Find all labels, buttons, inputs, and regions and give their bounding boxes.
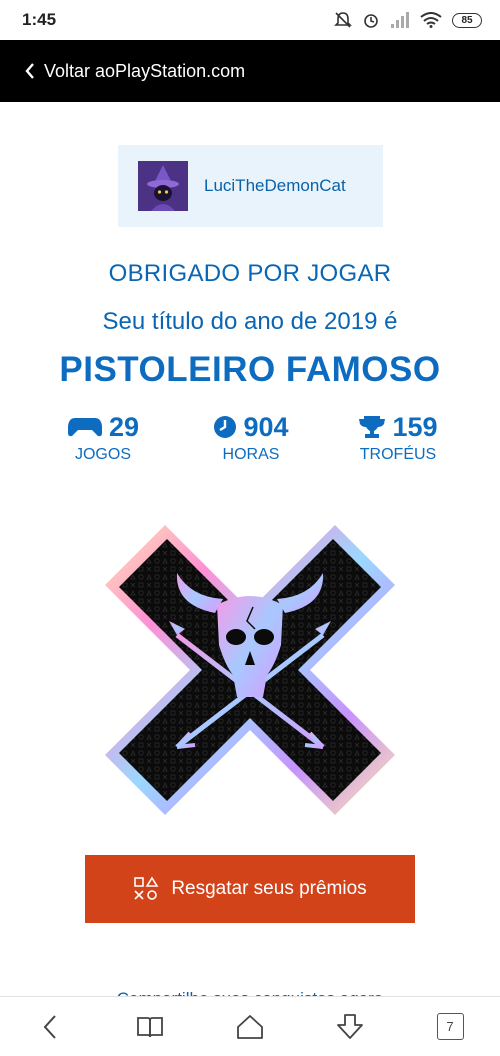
year-title: PISTOLEIRO FAMOSO [59, 350, 441, 389]
year-title-intro: Seu título do ano de 2019 é [102, 308, 398, 335]
stat-hours-label: HORAS [222, 446, 280, 463]
stat-games: 29 JOGOS [38, 410, 168, 464]
title-badge-image [105, 525, 395, 815]
gamepad-icon [67, 418, 102, 437]
download-button[interactable] [330, 1007, 370, 1047]
profile-card: LuciTheDemonCat [118, 145, 383, 227]
signal-icon [391, 12, 409, 28]
tabs-button[interactable]: 7 [430, 1007, 470, 1047]
redeem-rewards-button[interactable]: Resgatar seus prêmios [85, 855, 415, 923]
stat-trophies: 159 TROFÉUS [333, 410, 463, 464]
wifi-icon [420, 12, 442, 28]
playstation-shapes-icon [134, 876, 159, 900]
trophy-icon [359, 416, 386, 438]
stat-hours: 904 HORAS [186, 410, 316, 464]
status-bar: 1:45 85 [0, 0, 500, 40]
bookmarks-button[interactable] [130, 1007, 170, 1047]
username: LuciTheDemonCat [204, 176, 346, 195]
stats-row: 29 JOGOS 904 HORAS 159 TROFÉUS [0, 410, 500, 470]
status-icons: 85 [334, 9, 482, 31]
redeem-rewards-label: Resgatar seus prêmios [171, 878, 367, 899]
home-icon [237, 1014, 263, 1039]
back-link-label: Voltar aoPlayStation.com [44, 60, 246, 81]
thanks-heading: OBRIGADO POR JOGAR [108, 260, 392, 287]
chevron-left-icon [43, 1014, 56, 1039]
stat-hours-value: 904 [243, 411, 289, 442]
home-button[interactable] [230, 1007, 270, 1047]
battery-icon: 85 [452, 12, 482, 28]
tab-count-icon: 7 [436, 1013, 464, 1040]
browser-bottom-bar: 7 [0, 996, 500, 1056]
mute-icon [334, 12, 352, 28]
browser-back-button[interactable] [30, 1007, 70, 1047]
download-icon [337, 1013, 363, 1039]
share-achievements-link[interactable]: Compartilhe suas conquistas agora [0, 986, 500, 996]
stat-trophies-value: 159 [392, 411, 438, 442]
book-icon [137, 1016, 163, 1037]
chevron-left-icon [25, 63, 34, 79]
stat-games-label: JOGOS [74, 446, 131, 463]
stat-games-value: 29 [108, 411, 140, 442]
alarm-icon [364, 14, 378, 28]
avatar [138, 161, 188, 211]
status-time: 1:45 [22, 10, 57, 29]
stat-trophies-label: TROFÉUS [359, 446, 437, 463]
clock-icon [214, 416, 237, 438]
back-link[interactable]: Voltar aoPlayStation.com [24, 61, 245, 82]
top-nav-bar: Voltar aoPlayStation.com [0, 40, 500, 102]
